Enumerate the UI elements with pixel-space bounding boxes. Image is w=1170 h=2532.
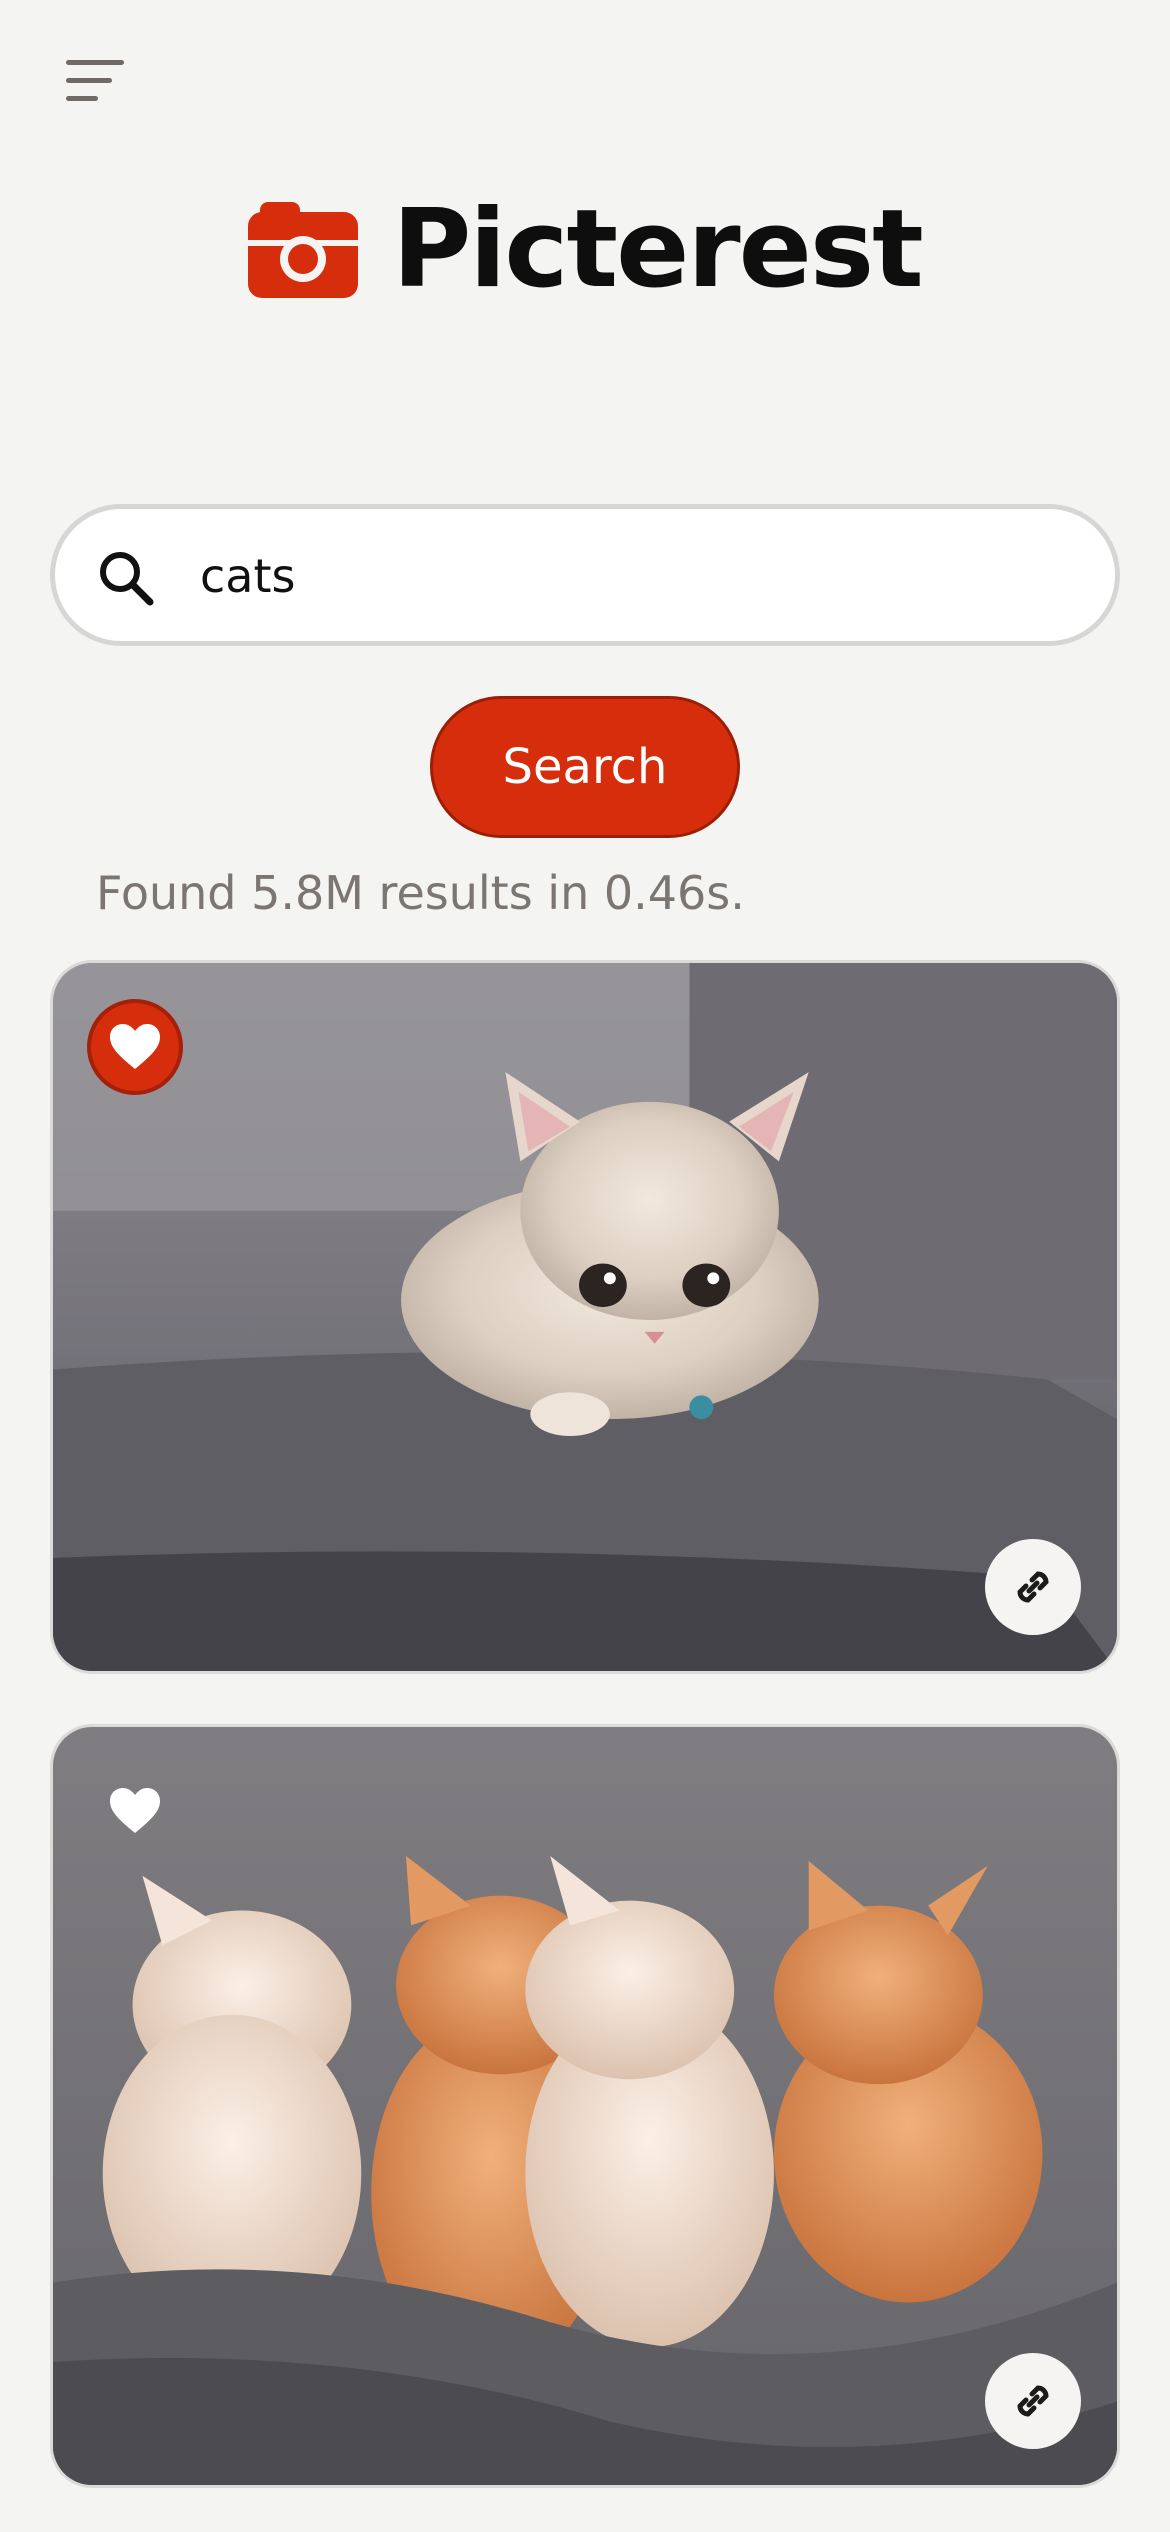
camera-logo-icon bbox=[248, 202, 359, 298]
kitten-on-sofa-image bbox=[53, 963, 1117, 1671]
app-title: Picterest bbox=[392, 187, 923, 312]
search-bar[interactable] bbox=[50, 504, 1120, 646]
heart-icon bbox=[110, 1024, 160, 1069]
heart-icon bbox=[110, 1788, 160, 1833]
app-root: Picterest Search Found 5.8M results in 0… bbox=[0, 0, 1170, 2532]
search-button[interactable]: Search bbox=[430, 696, 740, 838]
brand-header: Picterest bbox=[0, 190, 1170, 310]
link-icon bbox=[1017, 1571, 1049, 1603]
results-summary: Found 5.8M results in 0.46s. bbox=[96, 866, 745, 920]
copy-link-button[interactable] bbox=[985, 2353, 1081, 2449]
sleeping-kittens-image bbox=[53, 1727, 1117, 2485]
search-input[interactable] bbox=[200, 539, 1080, 613]
result-card[interactable] bbox=[50, 960, 1120, 1674]
hamburger-menu-icon[interactable] bbox=[60, 52, 126, 108]
result-card[interactable] bbox=[50, 1724, 1120, 2488]
like-button[interactable] bbox=[87, 999, 183, 1095]
like-button[interactable] bbox=[87, 1763, 183, 1859]
search-icon bbox=[100, 552, 154, 606]
copy-link-button[interactable] bbox=[985, 1539, 1081, 1635]
link-icon bbox=[1017, 2385, 1049, 2417]
